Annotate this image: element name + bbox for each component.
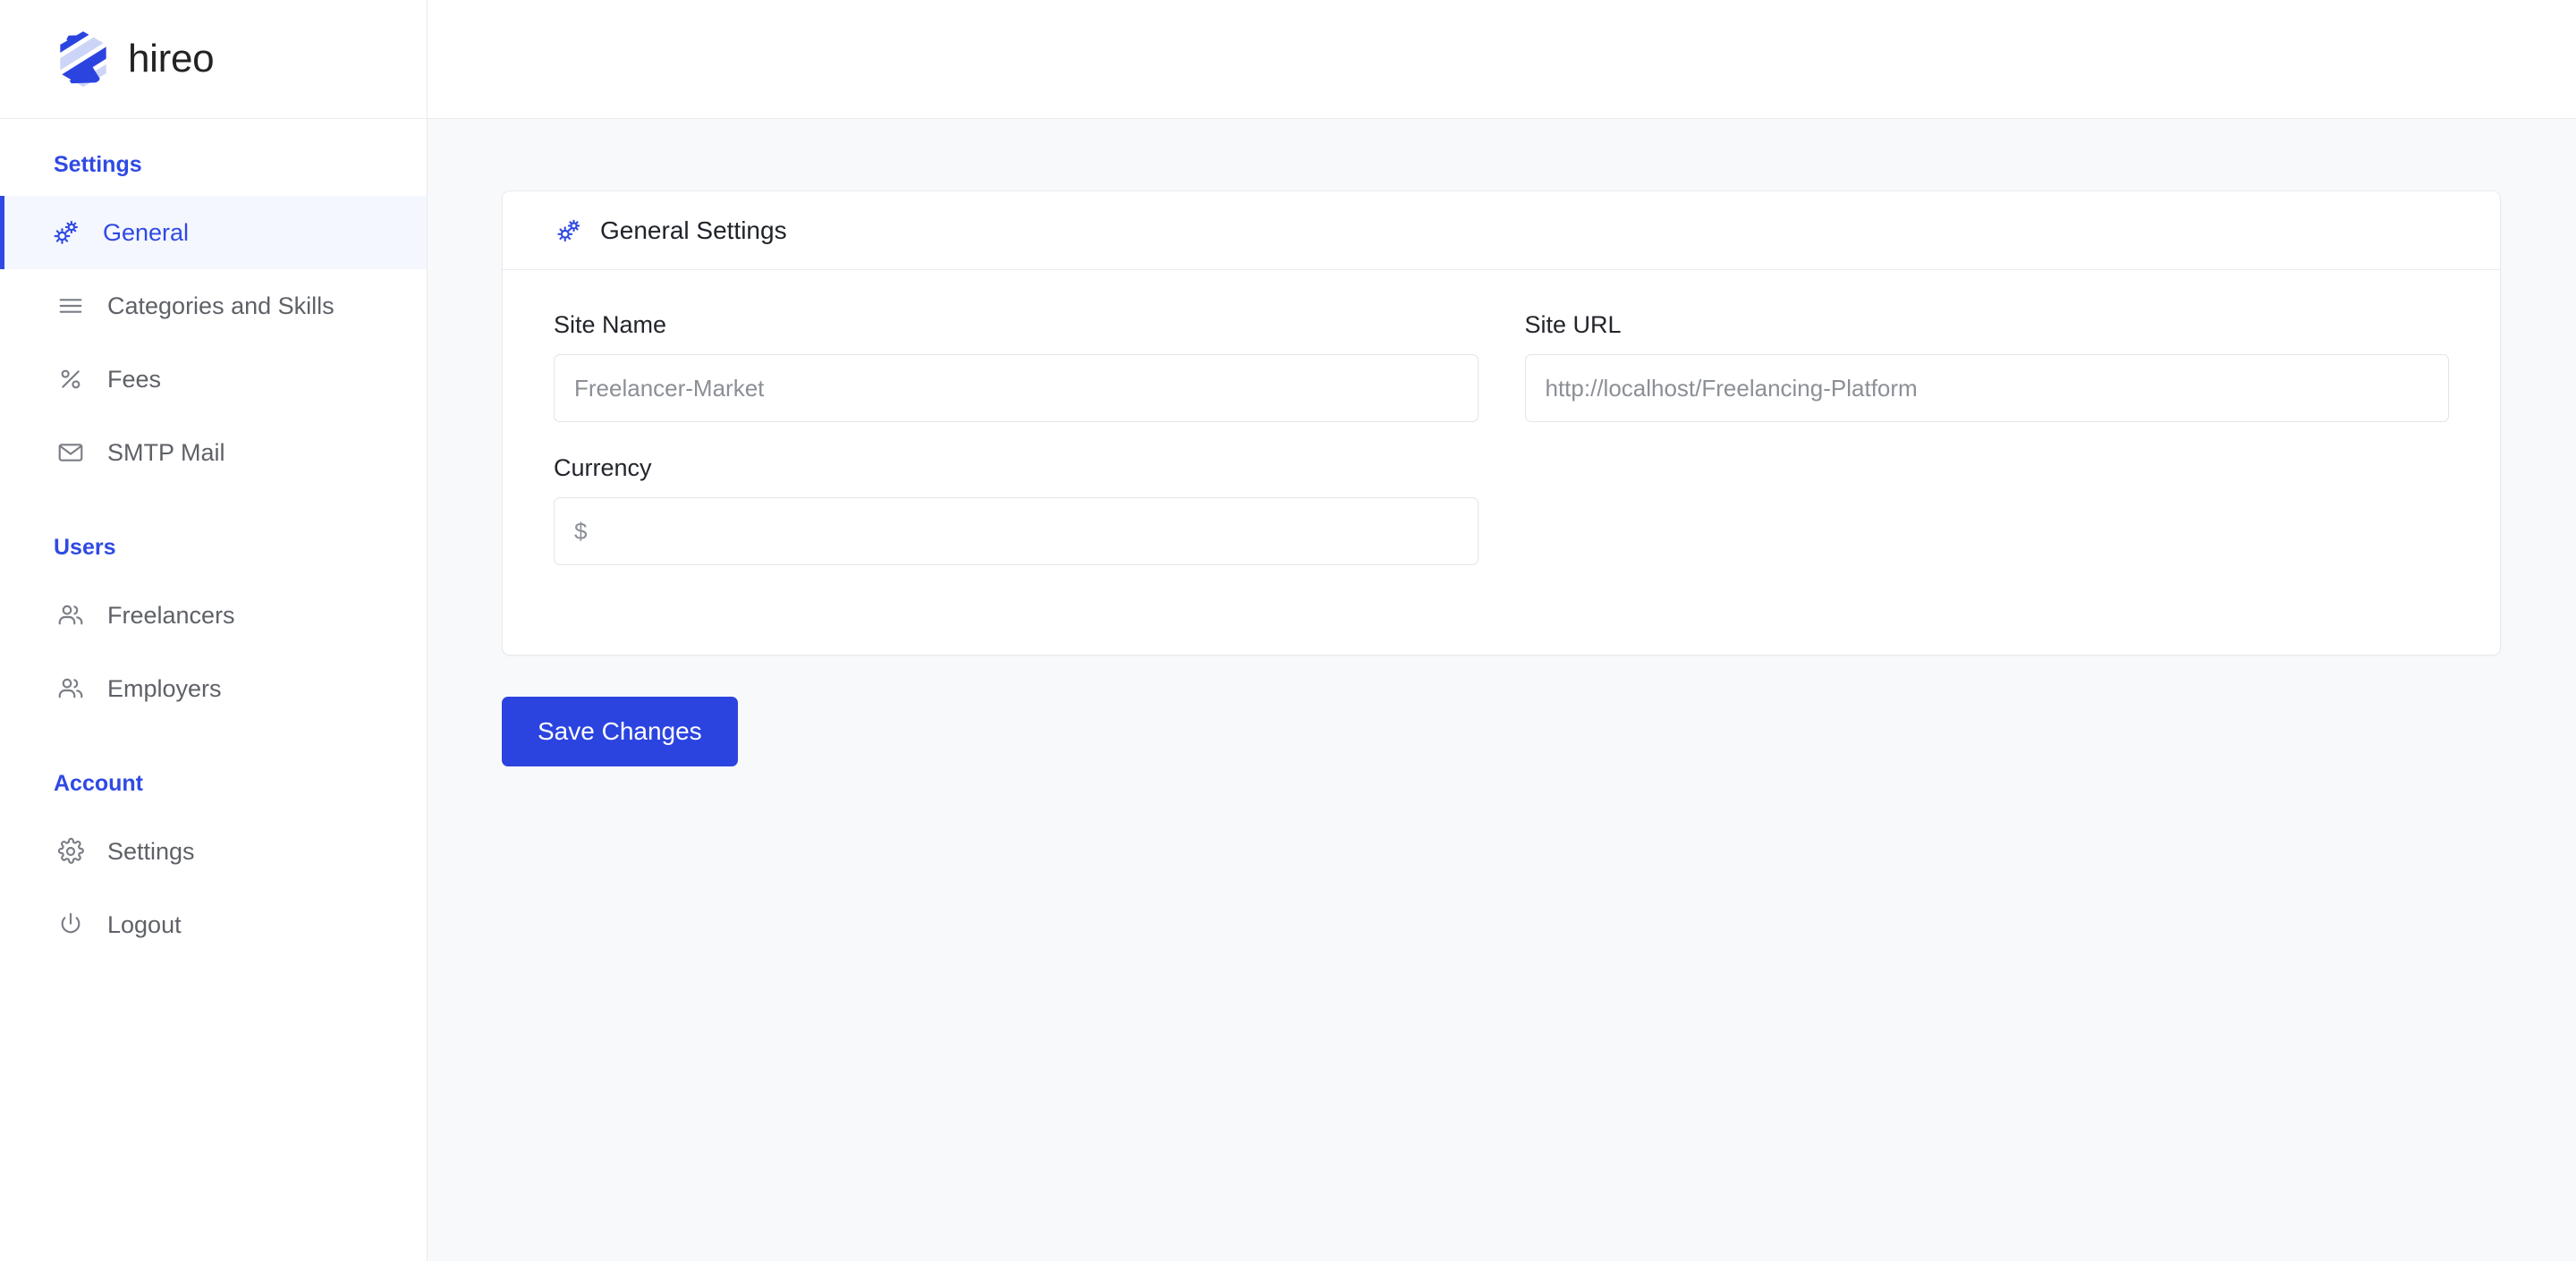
sidebar-item-label: Settings [107,837,195,865]
card-body: Site Name Site URL Currency [503,270,2500,655]
page-title: General Settings [600,216,787,244]
sidebar-item-label: Employers [107,674,222,702]
field-site-name: Site Name [554,313,1479,422]
site-name-input[interactable] [554,354,1479,422]
sidebar-item-freelancers[interactable]: Freelancers [0,579,427,652]
main-area: General Settings Site Name Site URL [428,0,2576,1261]
site-url-label: Site URL [1524,311,1622,338]
sidebar-item-settings[interactable]: Settings [0,815,427,888]
envelope-icon [54,436,88,470]
brand[interactable]: hireo [0,0,427,119]
users-icon [54,598,88,632]
field-currency: Currency [554,456,1479,565]
general-settings-card: General Settings Site Name Site URL [502,190,2501,656]
sidebar-item-label: Logout [107,910,182,938]
sidebar-item-fees[interactable]: Fees [0,343,427,416]
field-site-url: Site URL [1524,311,2449,422]
sidebar: hireo Settings General Categories and Sk… [0,0,428,1261]
users-icon [54,672,88,706]
sidebar-item-label: Categories and Skills [107,292,335,319]
site-name-label: Site Name [554,311,667,338]
card-header: General Settings [503,191,2500,270]
sidebar-nav: Settings General Categories and Skills F… [0,119,427,961]
sidebar-item-label: General [103,218,190,246]
save-changes-button[interactable]: Save Changes [502,697,738,766]
gear-icon [54,834,88,868]
sidebar-item-categories-and-skills[interactable]: Categories and Skills [0,269,427,343]
brand-name: hireo [128,37,215,80]
sidebar-item-logout[interactable]: Logout [0,888,427,961]
currency-label: Currency [554,454,652,481]
gears-icon [554,216,584,246]
gears-icon [49,216,83,250]
top-header-bar [428,0,2576,119]
sidebar-section-title-account: Account [54,771,143,796]
sidebar-section-title-settings: Settings [54,152,142,177]
list-lines-icon [54,289,88,323]
sidebar-item-smtp-mail[interactable]: SMTP Mail [0,416,427,489]
settings-form: Site Name Site URL Currency [554,313,2449,599]
sidebar-item-label: SMTP Mail [107,438,225,466]
currency-input[interactable] [554,497,1479,565]
hireo-hexagon-logo-icon [48,23,113,95]
content-area: General Settings Site Name Site URL [428,119,2576,1261]
sidebar-section-users: Users Freelancers Employers [0,534,427,725]
sidebar-item-label: Fees [107,365,162,393]
sidebar-section-title-users: Users [54,535,116,560]
power-icon [54,908,88,942]
site-url-input[interactable] [1524,354,2449,422]
sidebar-item-general[interactable]: General [0,196,427,269]
form-actions: Save Changes [502,697,2501,766]
sidebar-item-label: Freelancers [107,601,235,629]
sidebar-section-settings: Settings General Categories and Skills F… [0,151,427,489]
app-root: hireo Settings General Categories and Sk… [0,0,2576,1261]
sidebar-section-account: Account Settings Logout [0,770,427,961]
percent-icon [54,362,88,396]
sidebar-item-employers[interactable]: Employers [0,652,427,725]
